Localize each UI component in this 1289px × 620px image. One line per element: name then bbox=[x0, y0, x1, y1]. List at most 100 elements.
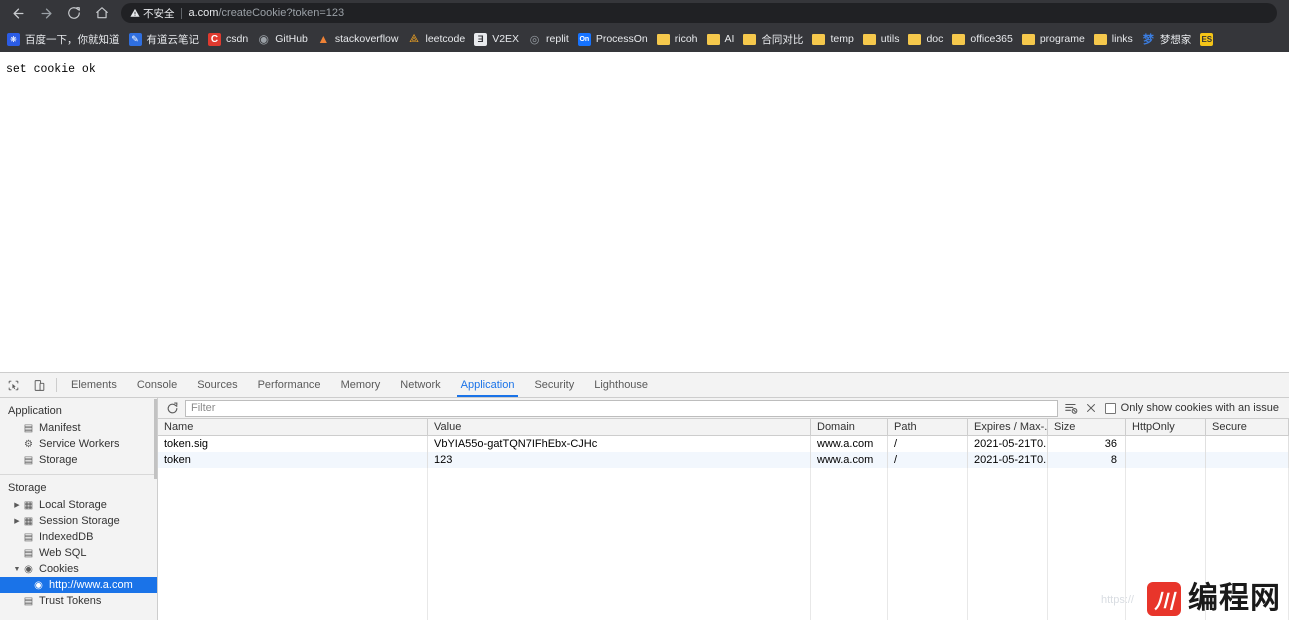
cookies-table: Name Value Domain Path Expires / Max-... Size… bbox=[158, 419, 1289, 620]
cell-name: token.sig bbox=[158, 436, 428, 452]
sidebar-item-http-www-a-com[interactable]: ◉ http://www.a.com bbox=[0, 577, 157, 593]
home-icon[interactable] bbox=[88, 1, 116, 25]
bookmark-label: 有道云笔记 bbox=[146, 33, 200, 46]
watermark-text: 编程网 bbox=[1188, 582, 1281, 615]
page-viewport: set cookie ok bbox=[0, 52, 1289, 372]
bookmark-item[interactable]: utils bbox=[861, 29, 906, 49]
bookmark-item[interactable]: Ccsdn bbox=[206, 29, 254, 49]
bookmark-item[interactable]: ✎ 有道云笔记 bbox=[127, 29, 206, 49]
sidebar-item-trust-tokens[interactable]: ▤ Trust Tokens bbox=[0, 593, 157, 609]
device-toolbar-icon[interactable] bbox=[26, 373, 52, 397]
bookmark-item[interactable]: ❋ 百度一下，你就知道 bbox=[5, 29, 126, 49]
bookmark-item[interactable]: ricoh bbox=[655, 29, 704, 49]
column-header-name[interactable]: Name bbox=[158, 419, 428, 435]
inspect-element-icon[interactable] bbox=[0, 373, 26, 397]
sidebar-scrollbar-thumb[interactable] bbox=[154, 399, 157, 479]
table-row[interactable]: token.sig VbYIA55o-gatTQN7IFhEbx-CJHc www.… bbox=[158, 436, 1289, 452]
back-icon[interactable] bbox=[4, 1, 32, 25]
chevron-down-icon[interactable]: ▼ bbox=[12, 566, 22, 573]
table-row[interactable]: token 123 www.a.com/2021-05-21T0... 8 bbox=[158, 452, 1289, 468]
devtools-tab-list: Elements Console Sources Performance Memory N… bbox=[61, 373, 658, 397]
grid-column-line bbox=[811, 468, 888, 620]
leetcode-icon: ⟁ bbox=[409, 32, 419, 45]
column-header-secure[interactable]: Secure bbox=[1206, 419, 1289, 435]
sidebar-storage-items: ▶ ▦ Local Storage ▶ ▦ Session Storage ▤ Indexed… bbox=[0, 497, 157, 609]
column-header-size[interactable]: Size bbox=[1048, 419, 1126, 435]
cell-value: 123 bbox=[428, 452, 811, 468]
reload-icon[interactable] bbox=[60, 1, 88, 25]
clear-filter-icon[interactable] bbox=[1061, 399, 1081, 418]
bookmark-item[interactable]: programe bbox=[1020, 29, 1091, 49]
column-header-expires[interactable]: Expires / Max-... bbox=[968, 419, 1048, 435]
omnibox-divider bbox=[180, 7, 182, 19]
sidebar-application-items: ▤ Manifest ⚙ Service Workers ▤ Storage bbox=[0, 420, 157, 468]
browser-chrome: 不安全 a.com /createCookie?token=123 ❋ 百度一下，… bbox=[0, 0, 1289, 52]
cell-expires: 2021-05-21T0... bbox=[968, 436, 1048, 452]
tab-application[interactable]: Application bbox=[451, 373, 525, 397]
folder-icon bbox=[706, 33, 720, 45]
cell-path: / bbox=[888, 452, 968, 468]
tab-security[interactable]: Security bbox=[524, 373, 584, 397]
youdao-note-icon: ✎ bbox=[128, 32, 142, 46]
bookmark-item[interactable]: On ProcessOn bbox=[576, 29, 654, 49]
table-grid-icon: ▦ bbox=[23, 499, 34, 511]
chevron-right-icon[interactable]: ▶ bbox=[12, 517, 22, 525]
column-header-path[interactable]: Path bbox=[888, 419, 968, 435]
tab-network[interactable]: Network bbox=[390, 373, 450, 397]
bookmark-item[interactable]: links bbox=[1092, 29, 1139, 49]
forward-icon[interactable] bbox=[32, 1, 60, 25]
sidebar-item-session-storage[interactable]: ▶ ▦ Session Storage bbox=[0, 513, 157, 529]
bookmark-label: AI bbox=[724, 33, 735, 45]
sidebar-item-label: http://www.a.com bbox=[49, 579, 133, 591]
bookmark-item[interactable]: 合同对比 bbox=[741, 29, 809, 49]
bookmark-item[interactable]: AI bbox=[705, 29, 741, 49]
database-icon: ▤ bbox=[23, 531, 34, 543]
sidebar-item-indexeddb[interactable]: ▤ IndexedDB bbox=[0, 529, 157, 545]
sidebar-item-local-storage[interactable]: ▶ ▦ Local Storage bbox=[0, 497, 157, 513]
sidebar-item-manifest[interactable]: ▤ Manifest bbox=[0, 420, 157, 436]
column-header-value[interactable]: Value bbox=[428, 419, 811, 435]
tab-elements[interactable]: Elements bbox=[61, 373, 127, 397]
column-header-domain[interactable]: Domain bbox=[811, 419, 888, 435]
column-header-httponly[interactable]: HttpOnly bbox=[1126, 419, 1206, 435]
sidebar-item-web-sql[interactable]: ▤ Web SQL bbox=[0, 545, 157, 561]
delete-cookies-icon[interactable] bbox=[1081, 399, 1101, 418]
bookmark-item[interactable]: temp bbox=[810, 29, 859, 49]
bookmark-item[interactable]: ◎ replit bbox=[526, 29, 575, 49]
bookmark-item[interactable]: ▲ stackoverflow bbox=[315, 29, 405, 49]
bookmark-item[interactable]: 梦梦想家 bbox=[1140, 29, 1198, 49]
bookmark-item[interactable]: doc bbox=[906, 29, 949, 49]
only-issues-checkbox[interactable] bbox=[1104, 402, 1116, 414]
tab-performance[interactable]: Performance bbox=[248, 373, 331, 397]
application-sidebar: Application ▤ Manifest ⚙ Service Workers ▤ St… bbox=[0, 398, 158, 620]
sidebar-item-cookies[interactable]: ▼ ◉ Cookies bbox=[0, 561, 157, 577]
sidebar-group-application: Application bbox=[8, 405, 62, 417]
sidebar-item-label: Web SQL bbox=[39, 547, 87, 559]
sidebar-item-service-workers[interactable]: ⚙ Service Workers bbox=[0, 436, 157, 452]
tab-memory[interactable]: Memory bbox=[331, 373, 391, 397]
only-issues-checkbox-row[interactable]: Only show cookies with an issue bbox=[1101, 402, 1285, 414]
bookmark-item[interactable]: ES bbox=[1198, 29, 1219, 49]
bookmark-item[interactable]: ◉ GitHub bbox=[255, 29, 314, 49]
cookies-panel: Only show cookies with an issue NameValu… bbox=[158, 398, 1289, 620]
bookmark-item[interactable]: office365 bbox=[950, 29, 1018, 49]
cell-size: 36 bbox=[1048, 436, 1126, 452]
sidebar-item-storage[interactable]: ▤ Storage bbox=[0, 452, 157, 468]
refresh-icon[interactable] bbox=[162, 399, 182, 418]
page-body-text: set cookie ok bbox=[6, 63, 96, 76]
tab-console[interactable]: Console bbox=[127, 373, 187, 397]
sidebar-scrollbar[interactable] bbox=[154, 398, 157, 620]
sidebar-group-storage: Storage bbox=[8, 482, 47, 494]
chevron-right-icon[interactable]: ▶ bbox=[12, 501, 22, 509]
tab-lighthouse[interactable]: Lighthouse bbox=[584, 373, 658, 397]
bookmark-item[interactable]: ⟁ leetcode bbox=[405, 29, 471, 49]
cell-httponly bbox=[1126, 436, 1206, 452]
watermark-logo: 川 编程网 bbox=[1147, 582, 1281, 616]
folder-icon bbox=[952, 33, 966, 45]
tab-sources[interactable]: Sources bbox=[187, 373, 247, 397]
manifest-file-icon: ▤ bbox=[23, 422, 34, 434]
address-bar[interactable]: 不安全 a.com /createCookie?token=123 bbox=[121, 3, 1277, 23]
bookmark-label: ProcessOn bbox=[595, 33, 648, 45]
bookmark-item[interactable]: Ǝ V2EX bbox=[472, 29, 525, 49]
filter-input[interactable] bbox=[185, 399, 1058, 417]
